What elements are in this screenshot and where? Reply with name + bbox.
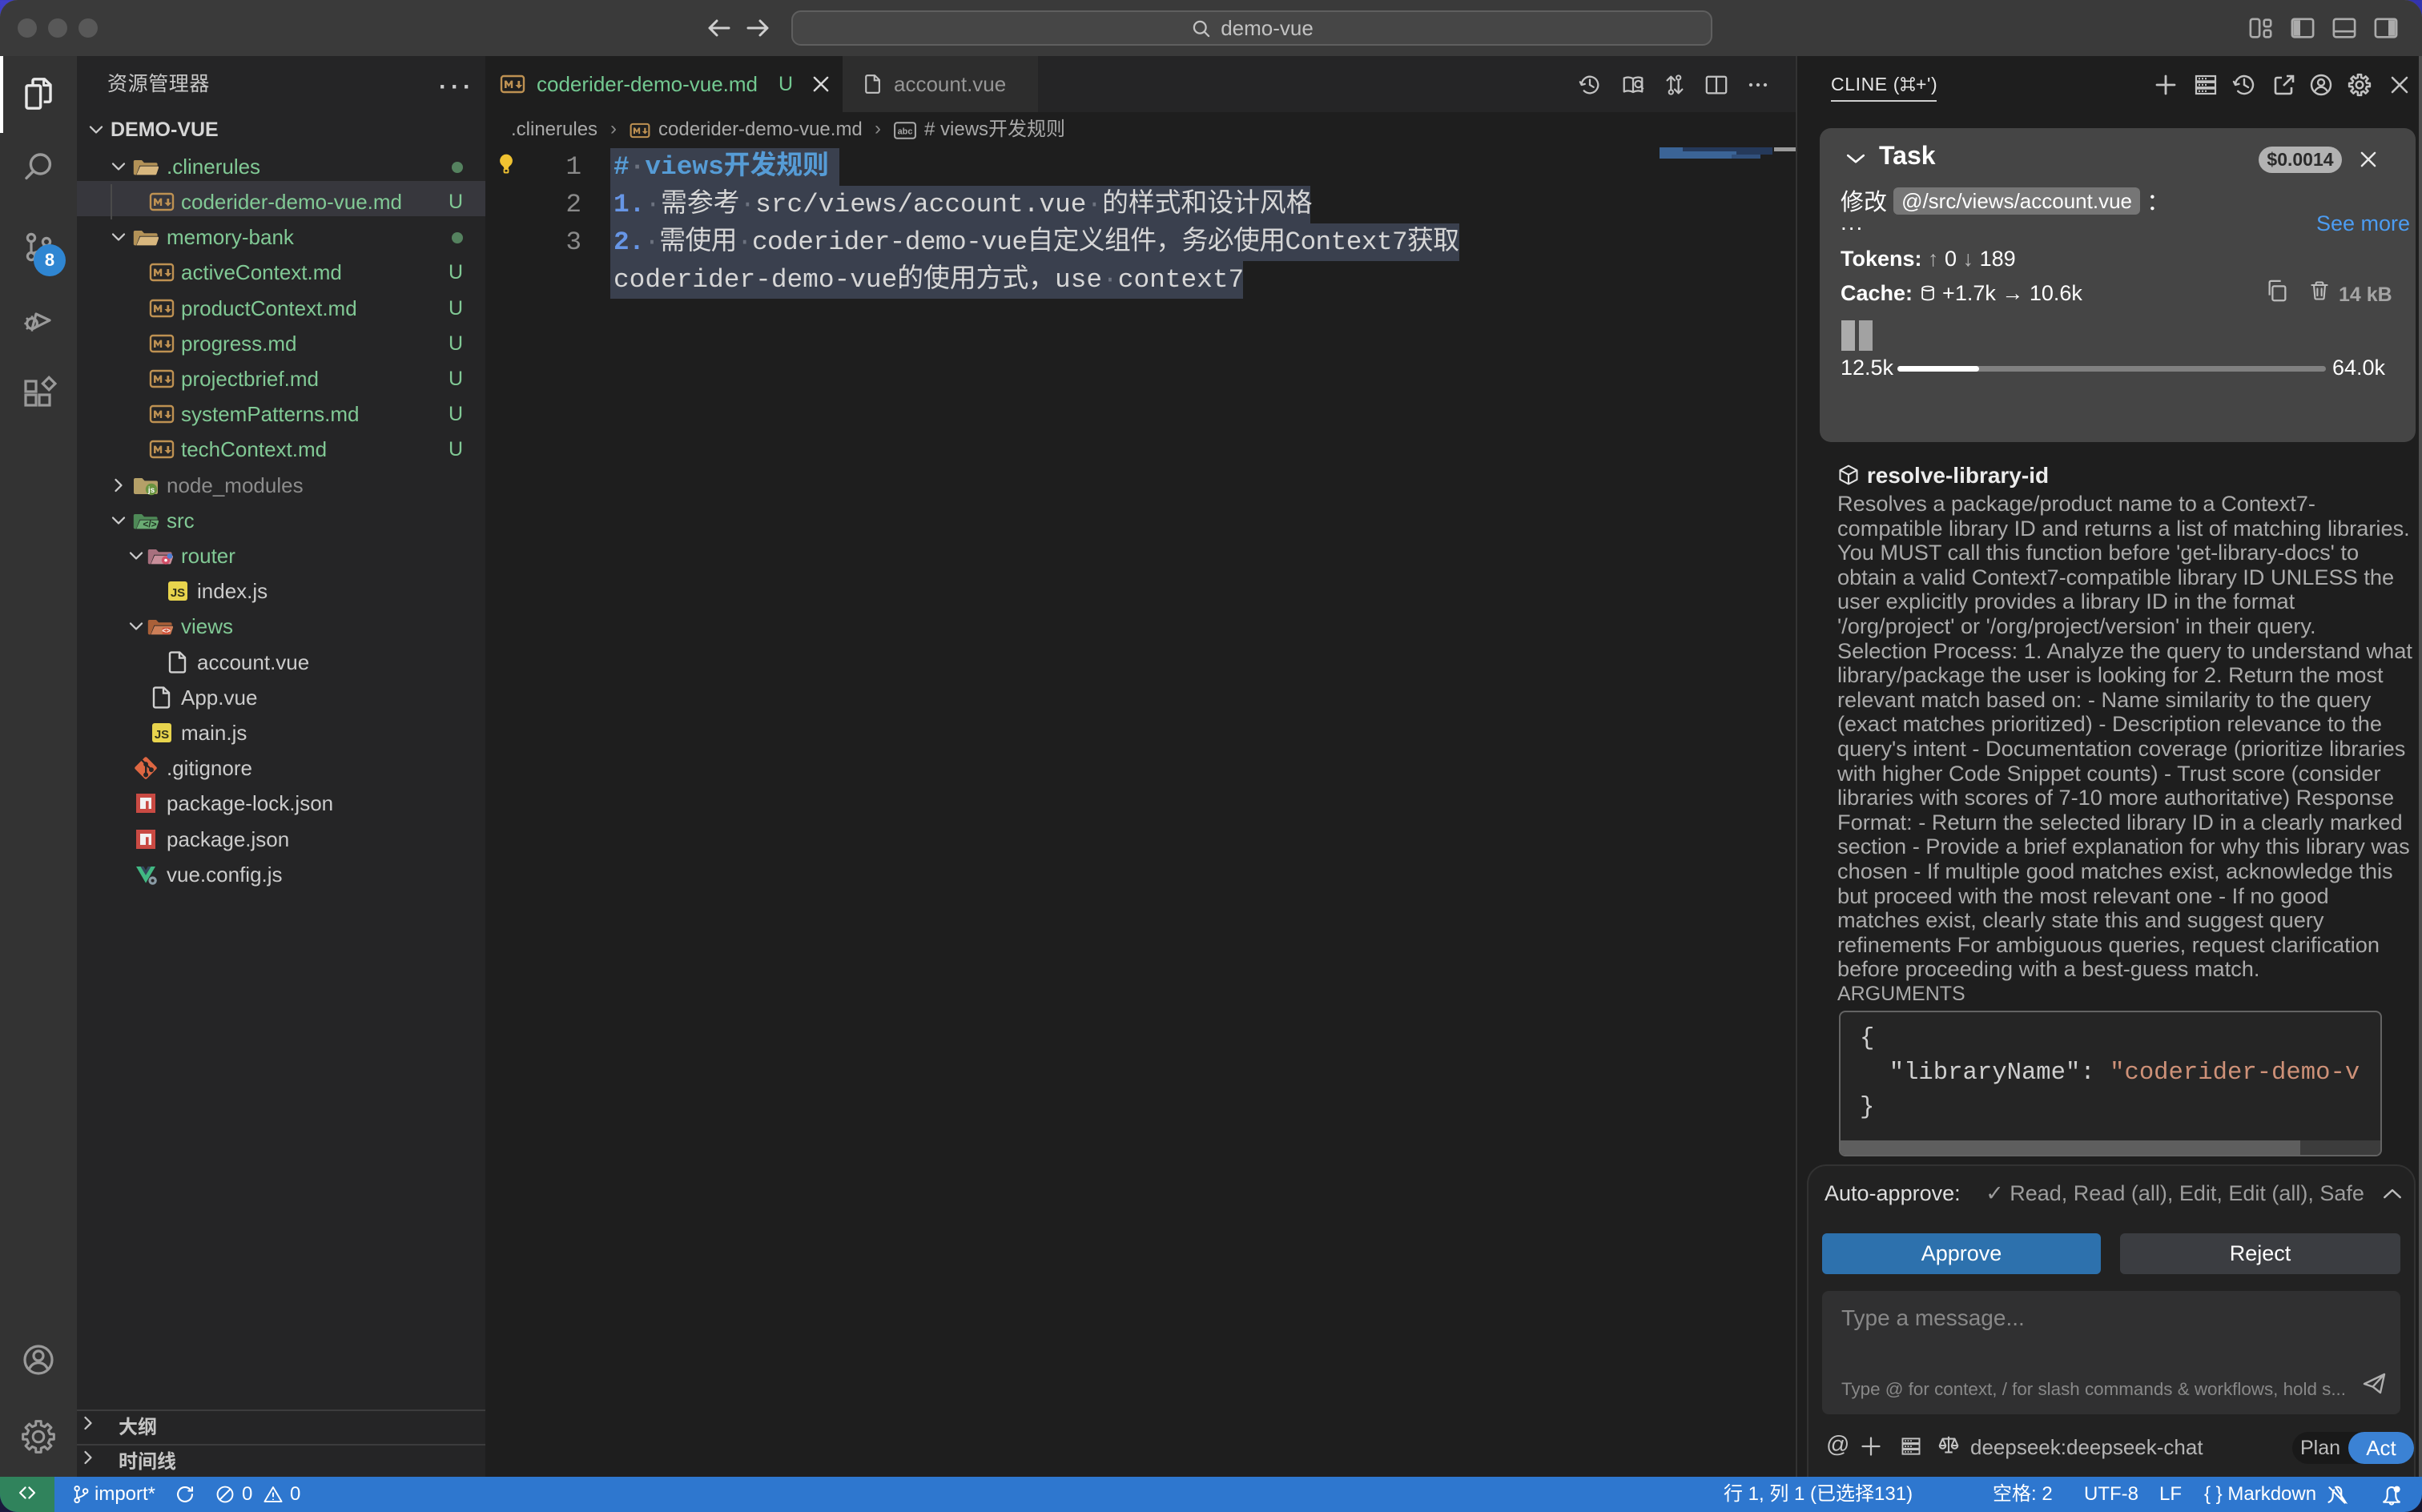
svg-text:<>: <> <box>162 627 171 635</box>
svg-text:abc: abc <box>898 127 913 137</box>
svg-text:</>: </> <box>143 518 156 529</box>
svg-text:JS: JS <box>155 728 169 742</box>
svg-text:js: js <box>147 486 155 495</box>
svg-text:JS: JS <box>171 586 185 600</box>
